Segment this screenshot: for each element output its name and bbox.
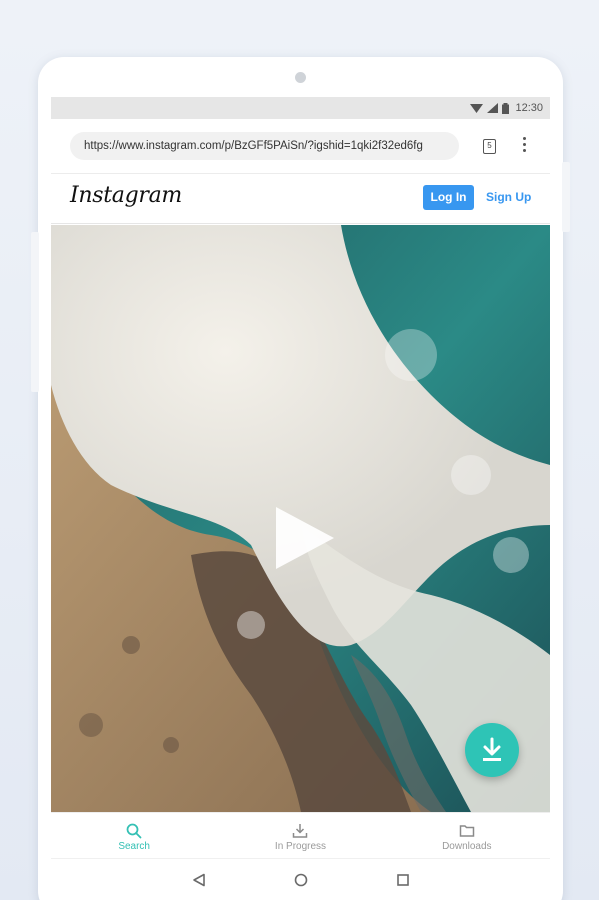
tab-switcher-button[interactable]: 5 — [483, 139, 496, 154]
video-player[interactable] — [51, 225, 550, 812]
url-field[interactable]: https://www.instagram.com/p/BzGFf5PAiSn/… — [70, 132, 459, 160]
play-icon[interactable] — [268, 503, 338, 573]
front-camera — [295, 72, 306, 83]
instagram-logo: Instagram — [70, 183, 182, 208]
home-icon[interactable] — [294, 873, 308, 887]
download-tray-icon — [293, 824, 308, 838]
browser-address-bar: https://www.instagram.com/p/BzGFf5PAiSn/… — [51, 119, 550, 174]
search-icon — [126, 823, 142, 839]
overflow-menu-icon[interactable] — [521, 137, 527, 155]
nav-label-search: Search — [118, 841, 150, 852]
nav-item-downloads[interactable]: Downloads — [384, 813, 550, 858]
system-navigation-bar — [51, 858, 550, 900]
status-time: 12:30 — [515, 102, 543, 114]
nav-item-search[interactable]: Search — [51, 813, 217, 858]
nav-label-downloads: Downloads — [442, 841, 492, 852]
nav-item-in-progress[interactable]: In Progress — [217, 813, 383, 858]
recents-icon[interactable] — [396, 873, 410, 887]
login-button[interactable]: Log In — [423, 185, 474, 210]
back-icon[interactable] — [192, 873, 206, 887]
cell-signal-icon — [487, 103, 499, 113]
folder-icon — [459, 825, 475, 837]
download-fab-button[interactable] — [465, 723, 519, 777]
download-icon — [483, 737, 501, 761]
device-side-button — [31, 232, 39, 392]
status-bar: 12:30 — [51, 97, 550, 119]
screen: 12:30 https://www.instagram.com/p/BzGFf5… — [51, 97, 550, 900]
bottom-navigation: Search In Progress Downloads — [51, 812, 550, 858]
device-side-button — [562, 162, 570, 232]
instagram-header: Instagram Log In Sign Up — [51, 174, 550, 224]
battery-icon — [502, 102, 510, 114]
nav-label-in-progress: In Progress — [274, 841, 327, 852]
wifi-icon — [470, 104, 484, 113]
signup-link[interactable]: Sign Up — [486, 185, 531, 210]
